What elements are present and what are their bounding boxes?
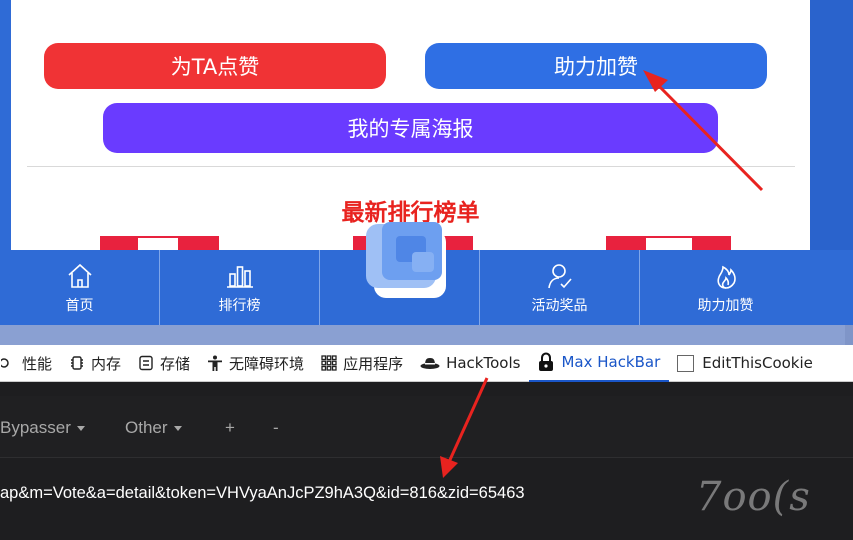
tab-editthiscookie[interactable]: EditThisCookie <box>669 345 822 382</box>
grid-icon <box>321 355 337 371</box>
tab-ranking[interactable]: 排行榜 <box>160 250 320 325</box>
user-check-icon <box>547 263 572 288</box>
tab-label: HackTools <box>446 354 521 372</box>
tab-label: 无障碍环境 <box>229 354 305 373</box>
add-button[interactable]: + <box>225 418 235 438</box>
tab-label: 应用程序 <box>343 354 404 373</box>
page-scrollbar[interactable] <box>0 325 853 345</box>
tab-label: 首页 <box>65 297 94 314</box>
tab-label: 排行榜 <box>218 297 261 314</box>
tab-performance[interactable]: 性能 <box>0 345 61 382</box>
chevron-down-icon <box>173 425 182 431</box>
menu-label: Bypasser <box>0 418 71 437</box>
center-tab-icon[interactable] <box>362 222 450 298</box>
like-button[interactable]: 为TA点赞 <box>44 43 386 89</box>
remove-button[interactable]: - <box>273 418 279 438</box>
tab-prizes[interactable]: 活动奖品 <box>480 250 640 325</box>
ranking-thumbnail[interactable] <box>100 236 219 250</box>
url-input[interactable]: ap&m=Vote&a=detail&token=VHVyaAnJcPZ9hA3… <box>0 484 525 503</box>
tab-label: EditThisCookie <box>702 354 813 372</box>
bypasser-menu[interactable]: Bypasser <box>0 418 85 438</box>
hat-icon <box>420 355 440 371</box>
page-side-strip <box>810 0 853 250</box>
tab-memory[interactable]: 内存 <box>61 345 130 382</box>
menu-label: + <box>225 418 235 437</box>
tab-accessibility[interactable]: 无障碍环境 <box>199 345 313 382</box>
devtools-tab-bar: 性能 内存 存储 无障碍环境 应用程序 HackTools Max HackBa… <box>0 345 853 382</box>
tab-label: 活动奖品 <box>531 297 588 314</box>
tab-label: 存储 <box>160 354 191 373</box>
lock-icon <box>537 352 555 372</box>
tab-boost[interactable]: 助力加赞 <box>640 250 811 325</box>
boost-button[interactable]: 助力加赞 <box>425 43 767 89</box>
other-menu[interactable]: Other <box>125 418 182 438</box>
bar-chart-icon <box>226 265 253 288</box>
flame-icon <box>716 265 736 289</box>
storage-icon <box>138 355 154 371</box>
tab-label: 性能 <box>22 354 53 373</box>
checkbox-icon <box>677 354 695 372</box>
tab-max-hackbar[interactable]: Max HackBar <box>529 345 670 382</box>
divider <box>27 166 795 167</box>
poster-button[interactable]: 我的专属海报 <box>103 103 718 153</box>
memory-icon <box>69 355 85 371</box>
tab-hacktools[interactable]: HackTools <box>412 345 529 382</box>
performance-icon <box>0 355 16 371</box>
ranking-thumbnail[interactable] <box>606 236 731 250</box>
chevron-down-icon <box>76 425 85 431</box>
tab-application[interactable]: 应用程序 <box>313 345 412 382</box>
home-icon <box>67 263 92 288</box>
menu-label: Other <box>125 418 168 437</box>
tab-label: 内存 <box>91 354 122 373</box>
tab-label: 助力加赞 <box>697 297 754 314</box>
scrollbar-thumb[interactable] <box>0 325 845 345</box>
tab-label: Max HackBar <box>561 353 661 371</box>
tab-storage[interactable]: 存储 <box>130 345 199 382</box>
accessibility-icon <box>207 355 223 371</box>
tab-home[interactable]: 首页 <box>0 250 160 325</box>
vote-detail-card: 为TA点赞 助力加赞 我的专属海报 最新排行榜单 <box>11 0 810 250</box>
menu-label: - <box>273 418 279 437</box>
watermark-logo: 7oo(s <box>696 474 811 520</box>
